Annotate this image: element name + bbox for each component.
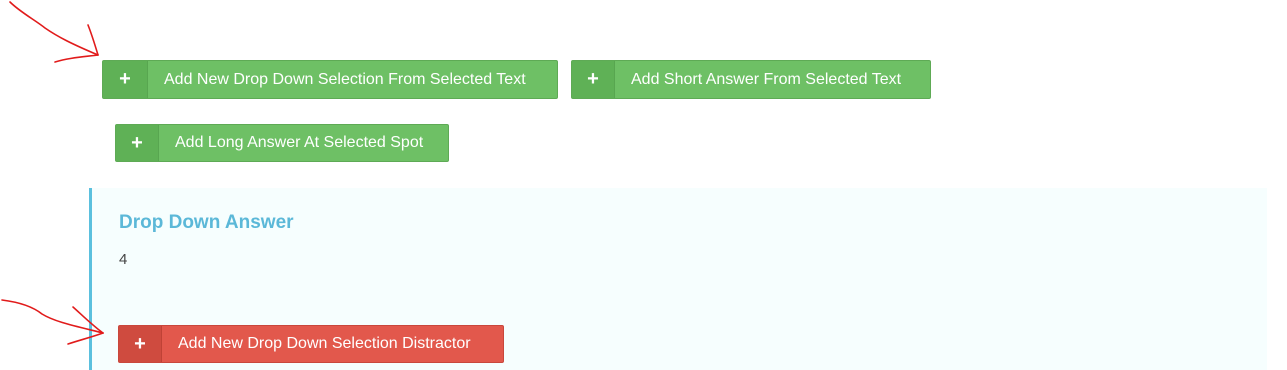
add-dropdown-selection-label: Add New Drop Down Selection From Selecte… [164, 70, 526, 88]
dropdown-answer-value: 4 [119, 251, 128, 268]
add-dropdown-selection-button[interactable]: + Add New Drop Down Selection From Selec… [102, 60, 558, 99]
add-long-answer-label: Add Long Answer At Selected Spot [175, 134, 424, 151]
add-short-answer-button[interactable]: + Add Short Answer From Selected Text [571, 60, 931, 99]
add-short-answer-label: Add Short Answer From Selected Text [631, 70, 902, 88]
plus-icon: + [116, 125, 159, 161]
add-long-answer-button[interactable]: + Add Long Answer At Selected Spot [115, 124, 449, 162]
panel-title: Drop Down Answer [119, 212, 294, 233]
plus-icon: + [572, 61, 615, 98]
plus-icon: + [103, 61, 148, 98]
annotation-arrow-bottom [1, 299, 104, 345]
plus-icon: + [119, 326, 162, 362]
add-distractor-button[interactable]: + Add New Drop Down Selection Distractor [118, 325, 504, 363]
annotation-arrow-top [9, 1, 99, 63]
add-distractor-label: Add New Drop Down Selection Distractor [178, 335, 471, 352]
